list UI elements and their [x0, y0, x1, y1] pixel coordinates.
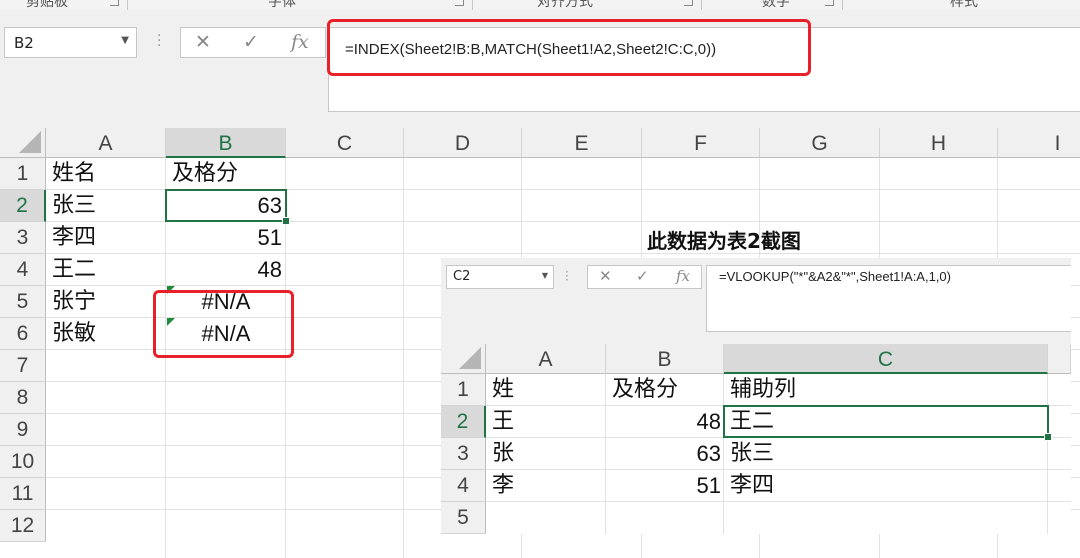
cell-a5[interactable]: 张宁	[46, 286, 166, 318]
grip-dots-icon: · · ·	[565, 265, 569, 287]
column-header-g[interactable]: G	[760, 128, 880, 158]
sheet2-row-header-4: 4	[441, 470, 486, 502]
column-header-c[interactable]: C	[286, 128, 404, 158]
column-header-d[interactable]: D	[404, 128, 522, 158]
alignment-launcher-icon[interactable]	[684, 0, 693, 6]
sheet2-name-box-value: C2	[453, 269, 471, 284]
row-header-8[interactable]: 8	[0, 382, 46, 414]
column-header-i[interactable]: I	[998, 128, 1080, 158]
sheet2-fill-handle	[1044, 433, 1052, 441]
formula-buttons: ✕ ✓ fx	[180, 27, 326, 58]
column-header-b[interactable]: B	[166, 128, 286, 158]
cell-a6[interactable]: 张敏	[46, 318, 166, 350]
cell-a2[interactable]: 张三	[46, 190, 166, 222]
column-header-f[interactable]: F	[642, 128, 760, 158]
fill-handle[interactable]	[282, 217, 290, 225]
insert-function-icon[interactable]: fx	[291, 31, 309, 53]
sheet2-cell-a4: 李	[492, 473, 515, 498]
sheet2-column-header-a: A	[486, 344, 606, 374]
sheet2-formula-buttons: ✕ ✓ fx	[587, 265, 702, 289]
select-all-button[interactable]	[0, 128, 46, 158]
sheet2-active-cell-border	[723, 405, 1049, 438]
row-header-10[interactable]: 10	[0, 446, 46, 478]
row-header-6[interactable]: 6	[0, 318, 46, 350]
column-header-h[interactable]: H	[880, 128, 998, 158]
sheet2-row-header-1: 1	[441, 374, 486, 406]
sheet2-formula-input: =VLOOKUP("*"&A2&"*",Sheet1!A:A,1,0)	[706, 265, 1071, 332]
sheet2-row-header-3: 3	[441, 438, 486, 470]
active-cell-border	[165, 189, 287, 222]
grip-dots-icon: · · ·	[157, 28, 162, 54]
enter-icon: ✓	[636, 267, 649, 285]
row-header-3[interactable]: 3	[0, 222, 46, 254]
row-header-4[interactable]: 4	[0, 254, 46, 286]
sheet2-row-header-2: 2	[441, 406, 486, 438]
column-header-e[interactable]: E	[522, 128, 642, 158]
name-box[interactable]: B2 ▼	[4, 27, 137, 58]
sheet2-cell-a2: 王	[492, 409, 515, 434]
enter-icon[interactable]: ✓	[243, 31, 259, 53]
sheet2-column-header-b: B	[606, 344, 724, 374]
cell-b1[interactable]: 及格分	[166, 158, 286, 190]
row-header-1[interactable]: 1	[0, 158, 46, 190]
sheet2-cell-b2: 48	[696, 409, 721, 434]
cell-a1[interactable]: 姓名	[46, 158, 166, 190]
sheet2-cell-c3: 张三	[730, 441, 775, 466]
cell-a3[interactable]: 李四	[46, 222, 166, 254]
cell-b3[interactable]: 51	[166, 222, 286, 254]
row-header-7[interactable]: 7	[0, 350, 46, 382]
clipboard-launcher-icon[interactable]	[110, 0, 119, 6]
chevron-down-icon[interactable]: ▼	[121, 35, 129, 46]
sheet2-cell-b4: 51	[696, 473, 721, 498]
sheet2-formula-bar: C2 ▼ · · · ✕ ✓ fx =VLOOKUP("*"&A2&"*",Shee…	[441, 258, 1071, 344]
insert-function-icon: fx	[676, 267, 691, 285]
sheet2-cell-c1: 辅助列	[730, 377, 797, 402]
row-header-2[interactable]: 2	[0, 190, 46, 222]
row-header-12[interactable]: 12	[0, 510, 46, 542]
sheet2-cell-b3: 63	[696, 441, 721, 466]
cancel-icon[interactable]: ✕	[195, 31, 211, 53]
cell-a4[interactable]: 王二	[46, 254, 166, 286]
font-launcher-icon[interactable]	[455, 0, 464, 6]
sheet2-formula-text: =VLOOKUP("*"&A2&"*",Sheet1!A:A,1,0)	[719, 269, 951, 284]
sheet2-name-box: C2 ▼	[446, 265, 554, 289]
sheet2-row-header-5: 5	[441, 502, 486, 534]
sheet2-cell-b1: 及格分	[612, 377, 679, 402]
formula-highlight-box	[327, 19, 811, 76]
name-box-value: B2	[14, 34, 34, 52]
error-highlight-box	[153, 290, 294, 358]
sheet2-cell-c4: 李四	[730, 473, 775, 498]
row-header-9[interactable]: 9	[0, 414, 46, 446]
sheet2-screenshot: C2 ▼ · · · ✕ ✓ fx =VLOOKUP("*"&A2&"*",Shee…	[441, 258, 1071, 534]
cell-b4[interactable]: 48	[166, 254, 286, 286]
cancel-icon: ✕	[599, 267, 612, 285]
column-header-a[interactable]: A	[46, 128, 166, 158]
sheet2-cell-a3: 张	[492, 441, 515, 466]
sheet2-column-header-c: C	[724, 344, 1048, 374]
screenshot-caption: 此数据为表2截图	[647, 229, 801, 253]
sheet2-cell-a1: 姓	[492, 377, 515, 402]
number-launcher-icon[interactable]	[825, 0, 834, 6]
row-header-11[interactable]: 11	[0, 478, 46, 510]
row-header-5[interactable]: 5	[0, 286, 46, 318]
chevron-down-icon: ▼	[541, 271, 548, 280]
sheet2-select-all	[441, 344, 486, 374]
